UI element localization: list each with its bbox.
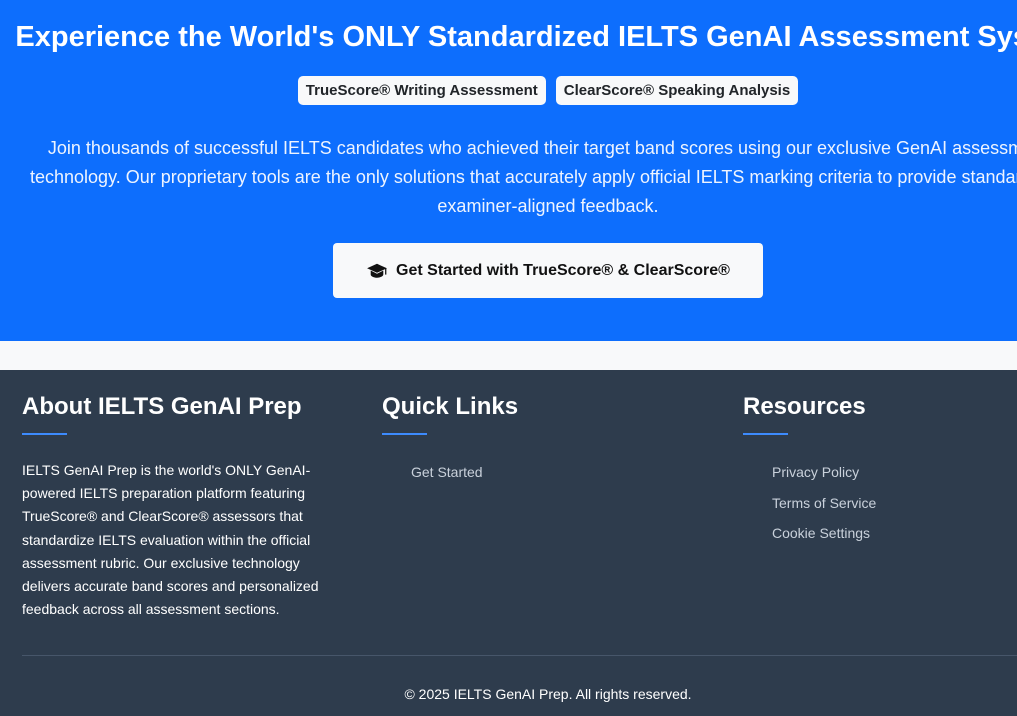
get-started-button[interactable]: Get Started with TrueScore® & ClearScore… [333, 243, 763, 298]
get-started-label: Get Started with TrueScore® & ClearScore… [396, 261, 730, 279]
link-privacy-policy[interactable]: Privacy Policy [772, 457, 1017, 488]
clearscore-badge: ClearScore® Speaking Analysis [555, 76, 799, 105]
resources-heading: Resources [743, 393, 866, 420]
about-column: About IELTS GenAI Prep IELTS GenAI Prep … [22, 392, 352, 621]
heading-underline [22, 433, 67, 435]
hero-description: Join thousands of successful IELTS candi… [30, 134, 1017, 221]
hero-section: Experience the World's ONLY Standardized… [0, 0, 1017, 341]
resources-column: Resources Privacy Policy Terms of Servic… [743, 392, 1017, 549]
about-heading: About IELTS GenAI Prep [22, 393, 302, 420]
truescore-badge: TrueScore® Writing Assessment [297, 76, 546, 105]
feature-badges: TrueScore® Writing Assessment ClearScore… [0, 76, 1017, 105]
quick-links-column: Quick Links Get Started [382, 392, 712, 488]
quick-links-list: Get Started [382, 457, 712, 488]
link-get-started[interactable]: Get Started [411, 457, 712, 488]
site-footer: About IELTS GenAI Prep IELTS GenAI Prep … [0, 370, 1017, 716]
heading-underline [382, 433, 427, 435]
hero-title: Experience the World's ONLY Standardized… [15, 21, 1017, 53]
hero-description-line: examiner-aligned feedback. [437, 196, 659, 216]
hero-description-line: Join thousands of successful IELTS candi… [47, 138, 1017, 158]
heading-underline [743, 433, 788, 435]
graduation-cap-icon [367, 263, 387, 278]
quick-links-heading: Quick Links [382, 393, 519, 420]
resources-list: Privacy Policy Terms of Service Cookie S… [743, 457, 1017, 549]
link-cookie-settings[interactable]: Cookie Settings [772, 518, 1017, 549]
link-terms-of-service[interactable]: Terms of Service [772, 488, 1017, 519]
about-text: IELTS GenAI Prep is the world's ONLY Gen… [22, 462, 319, 618]
hero-description-line: technology. Our proprietary tools are th… [30, 167, 1017, 187]
footer-divider [22, 655, 1017, 656]
copyright-text: © 2025 IELTS GenAI Prep. All rights rese… [404, 686, 692, 702]
section-spacer [0, 341, 1017, 370]
